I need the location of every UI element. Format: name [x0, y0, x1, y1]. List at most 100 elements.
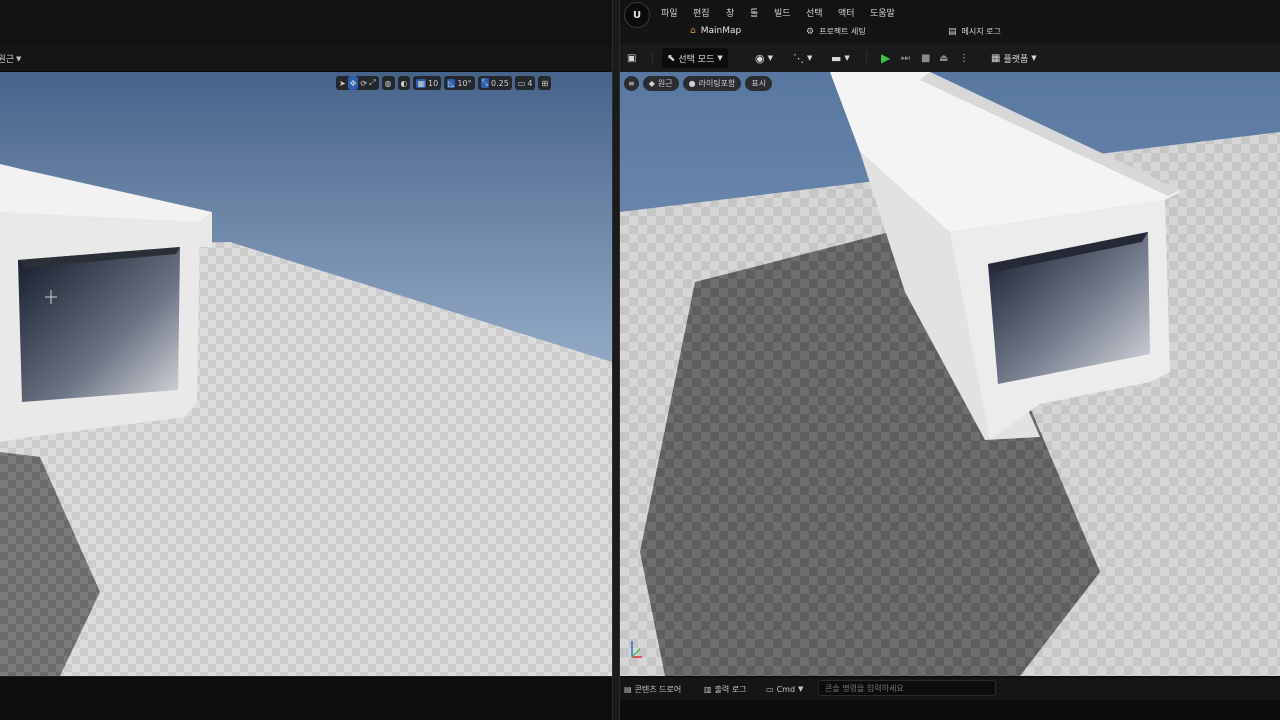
menu-file[interactable]: 파일: [661, 6, 678, 19]
chevron-down-icon: ▼: [798, 685, 804, 693]
main-viewport-toolbar: ≡ ◆ 원근 ● 라이팅포함 표시: [624, 76, 773, 91]
select-cursor-icon[interactable]: ➤: [339, 79, 346, 88]
axis-gizmo-icon: [631, 641, 642, 658]
cinematics-dropdown[interactable]: ▬ ▼: [826, 48, 855, 68]
tab-main-map[interactable]: ⌂ MainMap: [690, 26, 741, 36]
play-button[interactable]: ▶: [876, 48, 895, 68]
translate-icon[interactable]: ✥: [347, 76, 359, 90]
chevron-down-icon: ▼: [807, 54, 813, 62]
select-mode-icon: ⬉: [667, 52, 676, 64]
perspective-cube-icon: ◆: [648, 79, 655, 88]
platforms-dropdown[interactable]: ▦ 플랫폼 ▼: [986, 48, 1042, 68]
tab-main-map-label: MainMap: [700, 26, 742, 36]
menu-help[interactable]: 도움말: [870, 6, 895, 19]
blueprints-dropdown[interactable]: ⋱ ▼: [788, 48, 817, 68]
chevron-down-icon: ▼: [767, 54, 773, 62]
tab-project-settings[interactable]: ⚙ 프로젝트 세팅: [806, 26, 866, 37]
rotation-snap-icon: ◺: [447, 78, 456, 88]
settings-gear-icon: ⚙: [806, 26, 815, 37]
window-divider: [612, 0, 620, 720]
eject-button[interactable]: ⏏: [934, 48, 953, 68]
clapperboard-icon: ▬: [831, 51, 842, 65]
menu-window[interactable]: 창: [726, 6, 734, 19]
output-log-icon: ▥: [704, 684, 712, 694]
main-viewport-scene: [620, 72, 1280, 676]
rotate-icon[interactable]: ⟳: [360, 79, 367, 88]
perspective-button[interactable]: ◆ 원근: [642, 76, 679, 91]
selection-mode-label: 선택 모드: [678, 54, 715, 65]
left-rotation-snap-value: 10°: [457, 78, 472, 88]
left-surface-snap-button[interactable]: ◐: [397, 76, 411, 90]
left-grid-snap-value: 10: [428, 78, 439, 88]
menu-build[interactable]: 빌드: [774, 6, 791, 19]
right-editor-window: U 파일 편집 창 툴 빌드 선택 액터 도움말 ⌂ MainMap ⚙ 프로젝…: [620, 0, 1280, 720]
tab-message-log-label: 메시지 로그: [961, 27, 1001, 36]
play-options-button[interactable]: ⋮: [954, 48, 974, 68]
main-menu-bar: U 파일 편집 창 툴 빌드 선택 액터 도움말: [620, 0, 1280, 28]
menu-edit[interactable]: 편집: [693, 6, 710, 19]
chevron-down-icon: ▼: [16, 54, 22, 63]
output-log-label: 출력 로그: [714, 684, 747, 694]
save-button[interactable]: ▣: [622, 48, 641, 68]
menu-actor[interactable]: 액터: [838, 6, 855, 19]
left-scale-snap-button[interactable]: ⤡ 0.25: [477, 76, 512, 90]
bottom-status-bar: ▤ 콘텐츠 드로어 ▥ 출력 로그 ▭ Cmd ▼: [620, 678, 1280, 700]
level-icon: ⌂: [690, 26, 696, 36]
play-icon: ▶: [881, 51, 891, 65]
stop-icon: ■: [921, 52, 931, 64]
editor-tab-bar: ⌂ MainMap ⚙ 프로젝트 세팅 ▤ 메시지 로그: [620, 24, 1280, 44]
left-world-local-button[interactable]: ◍: [381, 76, 395, 90]
left-transform-tools: ➤ ✥ ⟳ ⤢: [336, 76, 379, 90]
chevron-down-icon: ▼: [1031, 54, 1037, 62]
output-log-button[interactable]: ▥ 출력 로그: [704, 682, 747, 696]
eject-icon: ⏏: [939, 52, 949, 64]
left-camera-speed-button[interactable]: ▭ 4: [514, 76, 536, 90]
left-level-toolbar: 원근 ▼: [0, 46, 612, 72]
left-rotation-snap-button[interactable]: ◺ 10°: [444, 76, 475, 90]
menu-select[interactable]: 선택: [806, 6, 823, 19]
stop-button[interactable]: ■: [916, 48, 935, 68]
add-content-dropdown[interactable]: ◉ ▼: [750, 48, 778, 68]
selection-mode-dropdown[interactable]: ⬉ 선택 모드 ▼: [662, 48, 728, 68]
content-drawer-label: 콘텐츠 드로어: [634, 684, 682, 694]
console-command-input[interactable]: [818, 680, 996, 696]
step-icon: ⏭: [901, 52, 910, 64]
lit-mode-button[interactable]: ● 라이팅포함: [682, 76, 742, 91]
viewport-options-button[interactable]: ≡: [624, 76, 639, 91]
surface-snap-icon: ◐: [400, 78, 408, 88]
more-vertical-icon: ⋮: [959, 52, 969, 64]
camera-icon: ▭: [517, 78, 526, 88]
left-mode-label: 원근: [0, 55, 14, 65]
left-level-viewport[interactable]: ➤ ✥ ⟳ ⤢ ◍ ◐ ▦ 10 ◺ 10° ⤡ 0.25 ▭ 4 ⊞: [0, 72, 612, 676]
left-editor-window: 원근 ▼ ➤ ✥ ⟳ ⤢ ◍ ◐ ▦ 10 ◺ 10° ⤡ 0.25 ▭ 4 ⊞: [0, 0, 612, 720]
lit-sphere-icon: ●: [688, 79, 696, 88]
unreal-logo-icon[interactable]: U: [624, 2, 650, 28]
left-viewport-toolbar: ➤ ✥ ⟳ ⤢ ◍ ◐ ▦ 10 ◺ 10° ⤡ 0.25 ▭ 4 ⊞: [336, 76, 552, 90]
bottom-edge: [620, 700, 1280, 720]
left-camera-speed-value: 4: [527, 78, 533, 88]
left-grid-snap-button[interactable]: ▦ 10: [413, 76, 442, 90]
toolbar-separator: [866, 51, 867, 65]
chevron-down-icon: ▼: [844, 54, 850, 62]
left-status-bar: [0, 676, 612, 720]
layout-grid-icon: ⊞: [541, 78, 549, 88]
tab-message-log[interactable]: ▤ 메시지 로그: [948, 26, 1001, 37]
left-scale-snap-value: 0.25: [490, 78, 509, 88]
content-drawer-icon: ▤: [624, 684, 632, 694]
show-flags-button[interactable]: 표시: [745, 76, 773, 91]
perspective-label: 원근: [657, 79, 673, 88]
menu-tools[interactable]: 툴: [750, 6, 758, 19]
message-log-icon: ▤: [948, 26, 957, 37]
scale-icon[interactable]: ⤢: [369, 78, 375, 88]
left-title-bar: [0, 0, 612, 46]
step-button[interactable]: ⏭: [896, 48, 915, 68]
left-viewport-layout-button[interactable]: ⊞: [538, 76, 552, 90]
cmd-label: Cmd: [776, 684, 796, 694]
left-viewport-scene: [0, 72, 612, 676]
main-level-viewport[interactable]: ≡ ◆ 원근 ● 라이팅포함 표시: [620, 72, 1280, 676]
add-actor-icon: ◉: [755, 51, 765, 65]
left-perspective-menu[interactable]: 원근 ▼: [0, 52, 22, 66]
console-icon: ▭: [766, 684, 774, 694]
cmd-dropdown[interactable]: ▭ Cmd ▼: [766, 682, 803, 696]
content-drawer-button[interactable]: ▤ 콘텐츠 드로어: [624, 682, 681, 696]
